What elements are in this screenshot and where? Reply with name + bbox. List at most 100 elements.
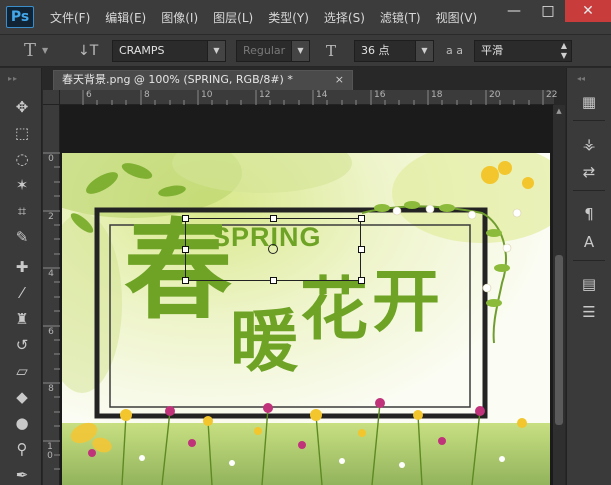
menu-file[interactable]: 文件(F) xyxy=(50,9,90,26)
panel-divider xyxy=(573,190,605,191)
ruler-label: 8 xyxy=(48,384,54,394)
document-image[interactable]: 春 暖 花 开 xyxy=(62,153,550,485)
document-tab-title: 春天背景.png @ 100% (SPRING, RGB/8#) * xyxy=(62,73,293,86)
main-menu: 文件(F) 编辑(E) 图像(I) 图层(L) 类型(Y) 选择(S) 滤镜(T… xyxy=(50,0,492,34)
healing-brush-icon[interactable]: ✚ xyxy=(9,256,35,278)
blur-tool-icon[interactable]: ● xyxy=(9,412,35,434)
horizontal-ruler[interactable]: 6 8 10 12 14 16 18 20 22 xyxy=(60,90,558,105)
menu-select[interactable]: 选择(S) xyxy=(324,9,365,26)
chevron-down-icon: ▼ xyxy=(42,46,49,55)
font-style-value: Regular xyxy=(243,44,286,57)
document-tab[interactable]: 春天背景.png @ 100% (SPRING, RGB/8#) * × xyxy=(53,70,353,90)
vertical-scrollbar[interactable]: ▲ xyxy=(553,105,565,485)
panel-dock: ◂◂ ▦ ⚶ ⇄ ¶ A ▤ ☰ xyxy=(566,68,611,485)
transform-handle-r[interactable] xyxy=(358,246,365,253)
transform-handle-l[interactable] xyxy=(182,246,189,253)
toolbox: ▸▸ ✥ ⬚ ◌ ✶ ⌗ ✎ ✚ ⁄ ♜ ↺ ▱ ◆ ● ⚲ ✒ xyxy=(0,68,42,485)
ruler-label: 1 0 xyxy=(47,442,53,461)
headline-char-nuan: 暖 xyxy=(230,303,299,382)
options-bar: T ▼ ↓T CRAMPS ▼ Regular ▼ T 36 点 ▼ a a 平滑… xyxy=(0,34,611,67)
scroll-up-icon[interactable]: ▲ xyxy=(553,105,565,117)
chevron-down-icon: ▼ xyxy=(207,41,225,61)
photoshop-logo: Ps xyxy=(6,6,34,28)
window-controls: — □ ✕ xyxy=(497,0,611,22)
magic-wand-icon[interactable]: ✶ xyxy=(9,174,35,196)
chevron-down-icon: ▼ xyxy=(415,41,433,61)
character-icon[interactable]: A xyxy=(577,230,601,254)
transform-center-point[interactable] xyxy=(268,244,278,254)
text-orientation-icon[interactable]: ↓T xyxy=(78,40,100,62)
font-size-icon: T xyxy=(326,42,337,60)
ruler-label: 4 xyxy=(48,269,54,279)
transform-handle-bl[interactable] xyxy=(182,277,189,284)
menu-view[interactable]: 视图(V) xyxy=(436,9,478,26)
eraser-icon[interactable]: ▱ xyxy=(9,360,35,382)
chevron-down-icon: ▼ xyxy=(291,41,309,61)
brush-preset-icon[interactable]: ▦ xyxy=(577,90,601,114)
move-tool-icon[interactable]: ✥ xyxy=(9,96,35,118)
menu-type[interactable]: 类型(Y) xyxy=(268,9,309,26)
panel-grip[interactable]: ◂◂ xyxy=(577,74,585,83)
history-brush-icon[interactable]: ↺ xyxy=(9,334,35,356)
lasso-tool-icon[interactable]: ◌ xyxy=(9,148,35,170)
panel-grip[interactable]: ▸▸ xyxy=(8,74,34,83)
anti-alias-value: 平滑 xyxy=(481,44,503,57)
eyedropper-icon[interactable]: ✎ xyxy=(9,226,35,248)
updown-icon: ▲ ▼ xyxy=(560,41,567,60)
ruler-label: 14 xyxy=(316,90,328,100)
menu-layer[interactable]: 图层(L) xyxy=(213,9,253,26)
ruler-label: 8 xyxy=(144,90,150,100)
vertical-ruler[interactable]: 0 2 4 6 8 1 0 xyxy=(43,105,60,485)
font-style-select[interactable]: Regular ▼ xyxy=(236,40,310,62)
headline-char-kai: 开 xyxy=(372,263,440,342)
crop-tool-icon[interactable]: ⌗ xyxy=(9,200,35,222)
maximize-button[interactable]: □ xyxy=(531,0,565,22)
ruler-label: 16 xyxy=(374,90,386,100)
ruler-label: 6 xyxy=(48,327,54,337)
clone-stamp-icon[interactable]: ♜ xyxy=(9,308,35,330)
ruler-origin[interactable] xyxy=(43,90,60,105)
transform-handle-tr[interactable] xyxy=(358,215,365,222)
text-tool-icon: T xyxy=(24,40,37,61)
anti-alias-icon: a a xyxy=(446,44,463,57)
font-size-value: 36 点 xyxy=(361,44,390,57)
pen-tool-icon[interactable]: ✒ xyxy=(9,464,35,485)
menu-image[interactable]: 图像(I) xyxy=(161,9,198,26)
font-family-value: CRAMPS xyxy=(119,44,165,57)
menu-bar: Ps 文件(F) 编辑(E) 图像(I) 图层(L) 类型(Y) 选择(S) 滤… xyxy=(0,0,611,34)
properties-icon[interactable]: ☰ xyxy=(577,300,601,324)
tab-close-icon[interactable]: × xyxy=(335,71,344,89)
ruler-ticks xyxy=(82,90,544,105)
ruler-label: 18 xyxy=(431,90,443,100)
transform-handle-t[interactable] xyxy=(270,215,277,222)
text-tool-preset[interactable]: T ▼ xyxy=(24,40,60,62)
menu-edit[interactable]: 编辑(E) xyxy=(105,9,146,26)
anti-alias-select[interactable]: 平滑 ▲ ▼ xyxy=(474,40,572,62)
marquee-tool-icon[interactable]: ⬚ xyxy=(9,122,35,144)
ruler-label: 10 xyxy=(201,90,213,100)
minimize-button[interactable]: — xyxy=(497,0,531,22)
notes-icon[interactable]: ▤ xyxy=(577,272,601,296)
spring-background-art: 春 暖 花 开 xyxy=(62,153,550,485)
transform-handle-b[interactable] xyxy=(270,277,277,284)
ruler-label: 20 xyxy=(489,90,501,100)
panel-divider xyxy=(573,260,605,261)
close-button[interactable]: ✕ xyxy=(565,0,611,22)
ruler-label: 6 xyxy=(86,90,92,100)
dodge-tool-icon[interactable]: ⚲ xyxy=(9,438,35,460)
brush-icon[interactable]: ⚶ xyxy=(577,132,601,156)
panel-divider xyxy=(573,120,605,121)
paragraph-icon[interactable]: ¶ xyxy=(577,202,601,226)
font-family-select[interactable]: CRAMPS ▼ xyxy=(112,40,226,62)
ruler-label: 0 xyxy=(48,154,54,164)
ruler-label: 2 xyxy=(48,212,54,222)
font-size-select[interactable]: 36 点 ▼ xyxy=(354,40,434,62)
brush-tool-icon[interactable]: ⁄ xyxy=(9,282,35,304)
clone-source-icon[interactable]: ⇄ xyxy=(577,160,601,184)
transform-handle-br[interactable] xyxy=(358,277,365,284)
transform-handle-tl[interactable] xyxy=(182,215,189,222)
paint-bucket-icon[interactable]: ◆ xyxy=(9,386,35,408)
ruler-label: 22 xyxy=(546,90,558,100)
menu-filter[interactable]: 滤镜(T) xyxy=(380,9,421,26)
scrollbar-thumb[interactable] xyxy=(555,255,563,425)
